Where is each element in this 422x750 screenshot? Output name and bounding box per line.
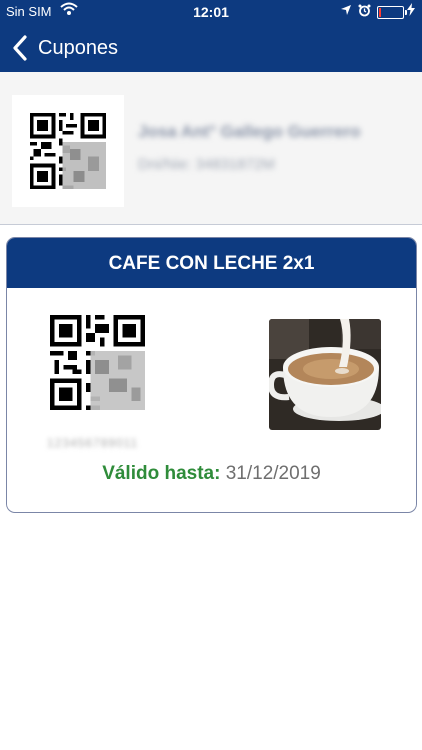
coupon-title: CAFE CON LECHE 2x1 xyxy=(7,238,416,288)
nav-title[interactable]: Cupones xyxy=(38,37,118,60)
user-qr-code xyxy=(12,95,124,207)
coupon-qr-code xyxy=(50,315,145,415)
user-profile: Josa Ant° Gallego Guerrero Dni/Nie: 3483… xyxy=(0,72,422,225)
status-bar: Sin SIM 12:01 xyxy=(0,0,422,24)
user-document-id: Dni/Nie: 34831872M xyxy=(138,156,275,173)
validity-row: Válido hasta: 31/12/2019 xyxy=(7,463,416,485)
qr-code-icon xyxy=(50,315,145,410)
navigation-bar: Sin SIM 12:01 Cupones xyxy=(0,0,422,72)
charging-icon xyxy=(407,3,415,19)
coffee-with-milk-photo xyxy=(269,319,381,430)
user-name: Josa Ant° Gallego Guerrero xyxy=(138,122,361,141)
coupon-code: 123456789011 xyxy=(47,436,139,450)
location-arrow-icon xyxy=(340,4,352,19)
battery-icon xyxy=(377,6,407,19)
alarm-icon xyxy=(358,3,371,20)
qr-code-icon xyxy=(30,113,106,189)
battery-level xyxy=(379,8,381,17)
coupon-card[interactable]: CAFE CON LECHE 2x1 123456789011 Válido h… xyxy=(6,237,417,513)
chevron-left-icon[interactable] xyxy=(8,34,34,62)
valid-until-date: 31/12/2019 xyxy=(225,463,321,484)
valid-until-label: Válido hasta: xyxy=(102,463,221,484)
